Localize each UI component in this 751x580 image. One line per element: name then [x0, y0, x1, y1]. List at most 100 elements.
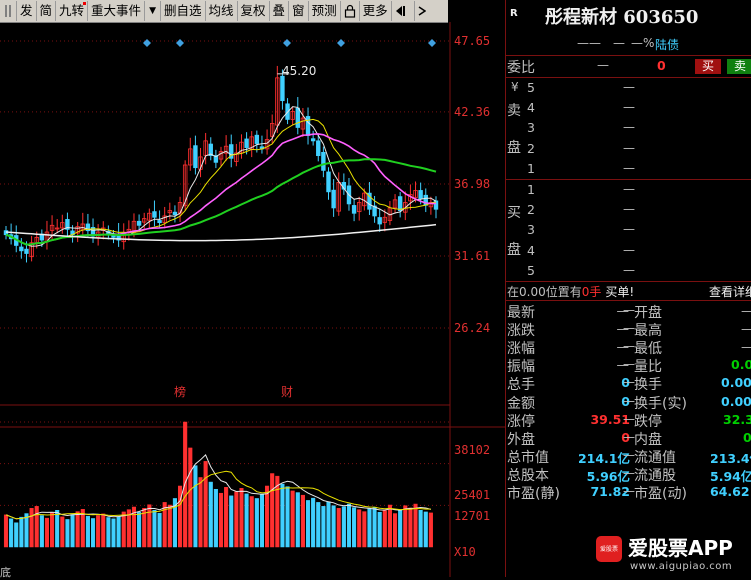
stat-label: 外盘 — [507, 431, 535, 448]
volume-bar — [193, 465, 198, 548]
position-notice-text: 在0.00位置有 — [507, 285, 582, 299]
position-notice-hands: 0手 — [581, 285, 602, 299]
candle-body — [310, 138, 316, 142]
volume-bar — [234, 491, 239, 548]
buy-level-4: 4 — [527, 242, 535, 258]
view-detail-link[interactable]: 查看详细 — [709, 283, 751, 300]
lu-gu-tong-tag[interactable]: 陆债 — [655, 36, 679, 53]
toolbar-window-button[interactable]: 窗 — [289, 1, 309, 21]
price-axis-label: 31.61 — [454, 249, 491, 263]
candle-body — [172, 211, 178, 215]
stat-label: 最高 — [634, 323, 662, 340]
stat-value: 64.62 — [710, 484, 750, 499]
candle-body — [152, 211, 157, 218]
volume-bar — [70, 514, 75, 548]
event-marker-bang[interactable]: 榜 — [174, 383, 186, 400]
event-diamond-icon — [143, 39, 151, 47]
buy-price: — — [623, 222, 635, 237]
volume-bar — [382, 510, 387, 548]
volume-unit-label: X10 — [454, 545, 476, 559]
toolbar-jiuzhuan-button[interactable]: 九转 — [56, 1, 89, 21]
toolbar-major-events-button[interactable]: 重大事件 — [88, 1, 146, 21]
volume-bar — [372, 507, 377, 548]
volume-bar — [321, 506, 326, 548]
volume-bar — [398, 509, 403, 548]
volume-axis-label: 38102 — [454, 443, 491, 457]
volume-bar — [295, 492, 300, 548]
toolbar-more-button[interactable]: 更多 — [360, 1, 392, 21]
stat-label: 换手 — [634, 377, 662, 394]
toolbar-overlay-button[interactable]: 叠 — [270, 1, 290, 21]
price-axis-label: 42.36 — [454, 105, 491, 119]
volume-bar — [208, 481, 213, 548]
aigupiao-logo-icon: 爱股票 — [596, 536, 622, 562]
volume-bar — [75, 511, 80, 548]
volume-bar — [106, 517, 111, 548]
toolbar-fa-button[interactable]: 发 — [17, 1, 37, 21]
toolbar-events-dropdown[interactable]: ▼ — [145, 1, 161, 21]
yen-icon: ¥ — [511, 80, 519, 94]
toolbar-adjust-button[interactable]: 复权 — [238, 1, 270, 21]
stat-label: 涨停 — [507, 413, 535, 430]
candle-body — [24, 248, 29, 254]
volume-bar — [24, 513, 29, 548]
event-marker-cai[interactable]: 财 — [281, 383, 293, 400]
toolbar-scroll-icon[interactable] — [415, 1, 429, 21]
volume-bar — [50, 512, 55, 548]
toolbar-remove-watchlist-button[interactable]: 删自选 — [161, 1, 206, 21]
toolbar-moving-average-button[interactable]: 均线 — [206, 1, 238, 21]
divider — [505, 281, 751, 282]
stat-label: 涨跌 — [507, 323, 535, 340]
sell-button[interactable]: 卖 — [727, 59, 751, 74]
stat-label: 最新 — [507, 305, 535, 321]
sell-price: — — [623, 140, 635, 155]
stock-name-title: 彤程新材 603650 — [545, 7, 699, 28]
sell-level-4: 4 — [527, 100, 535, 116]
volume-bar — [203, 461, 208, 548]
toolbar-forecast-button[interactable]: 预测 — [309, 1, 341, 21]
candlestick-series — [3, 65, 439, 263]
toolbar-collapse-icon[interactable] — [392, 1, 415, 21]
sell-price: — — [623, 160, 635, 175]
candle-body — [397, 196, 403, 211]
toolbar-lock-icon[interactable] — [341, 1, 360, 21]
volume-bar — [239, 488, 244, 548]
volume-bar — [418, 510, 423, 548]
candle-body — [326, 171, 331, 193]
volume-bar — [101, 513, 106, 548]
toolbar-jian-button[interactable]: 简 — [37, 1, 57, 21]
bottom-tab-label[interactable]: 底 — [0, 564, 18, 580]
volume-bar — [403, 505, 408, 548]
volume-bar — [392, 513, 398, 548]
ma-5-line — [5, 106, 437, 247]
volume-bar — [357, 509, 362, 548]
volume-bar — [428, 512, 433, 548]
divider — [505, 300, 751, 301]
divider — [505, 179, 751, 180]
volume-bar — [336, 508, 341, 548]
candle-body — [418, 190, 423, 199]
stat-label: 市盈(动) — [634, 486, 687, 502]
volume-bar — [90, 518, 96, 548]
candle-body — [254, 134, 260, 144]
volume-bar — [259, 493, 265, 548]
candle-body — [331, 189, 336, 209]
buy-book-label-2: 盘 — [507, 242, 521, 258]
event-diamond-icon — [337, 39, 345, 47]
kline-chart[interactable] — [0, 22, 505, 577]
candle-body — [19, 246, 24, 252]
volume-bar — [96, 515, 101, 548]
volume-bar — [341, 506, 346, 548]
stat-value: — — [741, 321, 751, 336]
commission-ratio-value: — — [597, 58, 609, 72]
stat-value: — — [741, 303, 751, 318]
volume-bar — [188, 447, 193, 548]
buy-button[interactable]: 买 — [695, 59, 721, 74]
divider — [505, 77, 751, 78]
stat-value: 5.94亿 — [710, 468, 751, 484]
buy-level-5: 5 — [527, 262, 535, 278]
stat-value: 0 — [743, 429, 751, 445]
candle-body — [321, 151, 326, 171]
sell-level-1: 1 — [527, 160, 535, 176]
stat-value: 213.4亿 — [710, 450, 751, 466]
